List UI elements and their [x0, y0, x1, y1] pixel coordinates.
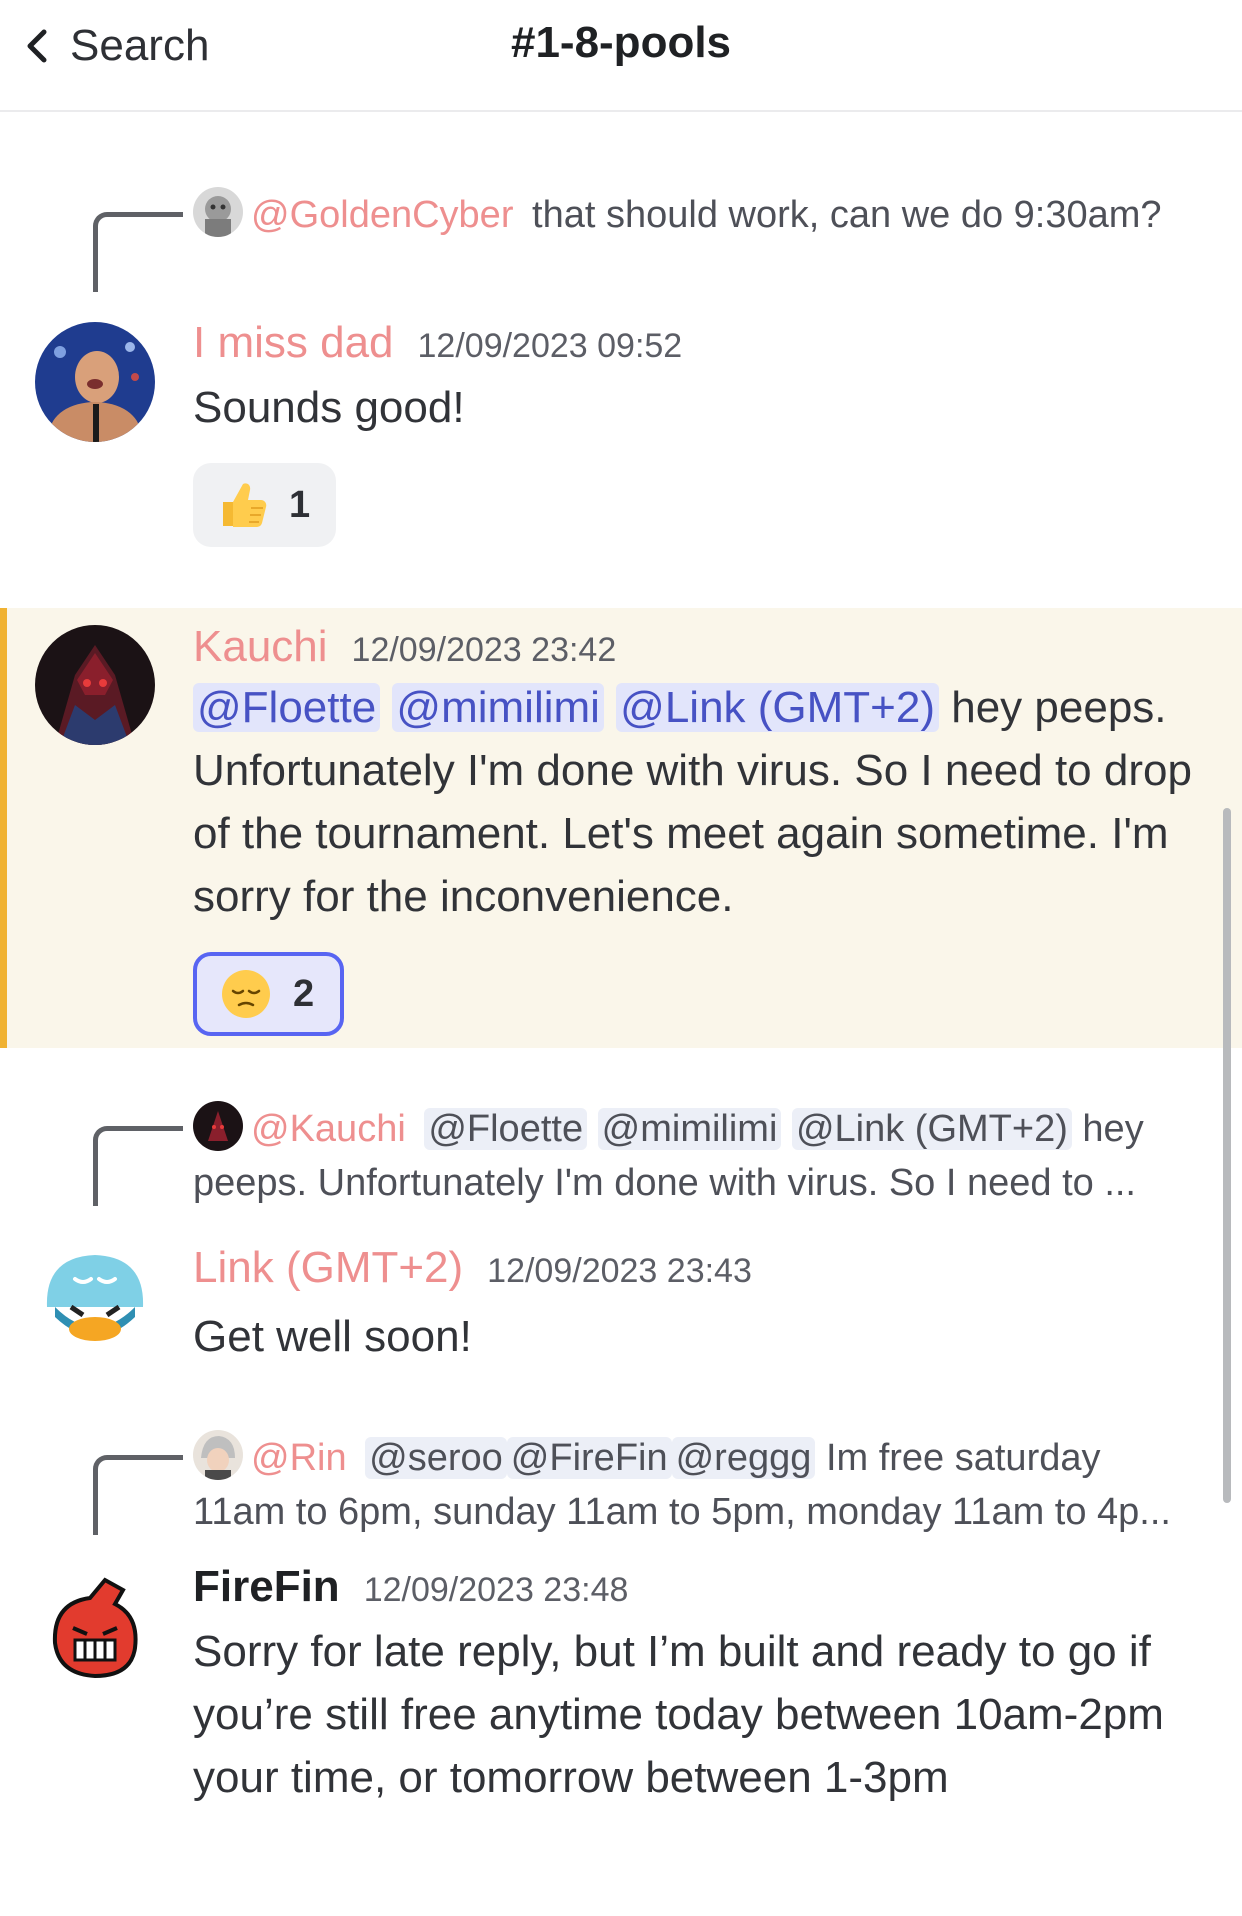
author-name[interactable]: FireFin — [193, 1562, 340, 1612]
reaction-count: 2 — [293, 972, 315, 1015]
reply-connector — [93, 1126, 183, 1206]
mention: @seroo — [365, 1437, 507, 1479]
reply-preview[interactable]: @GoldenCyber that should work, can we do… — [193, 187, 1193, 242]
reaction-thumbs-up[interactable]: 1 — [193, 463, 337, 547]
author-line: I miss dad 12/09/2023 09:52 — [193, 318, 682, 368]
avatar[interactable] — [35, 1568, 155, 1688]
reply-connector — [93, 1455, 183, 1535]
avatar[interactable] — [35, 625, 155, 745]
mention[interactable]: @Floette — [193, 683, 381, 732]
mention: @Floette — [424, 1108, 588, 1150]
mention: @mimilimi — [597, 1108, 782, 1150]
message-content: @Floette @mimilimi @Link (GMT+2) hey pee… — [193, 676, 1203, 928]
kauchi-avatar — [193, 1101, 243, 1151]
rin-avatar — [193, 1430, 243, 1480]
reply-preview[interactable]: @Kauchi @Floette @mimilimi @Link (GMT+2)… — [193, 1101, 1193, 1210]
avatar[interactable] — [35, 322, 155, 442]
mention: @FireFin — [506, 1437, 672, 1479]
timestamp: 12/09/2023 23:43 — [487, 1252, 752, 1290]
reply-preview[interactable]: @Rin @seroo @FireFin @reggg Im free saturd… — [193, 1430, 1193, 1539]
pensive-face-icon — [219, 967, 273, 1021]
mention: @reggg — [671, 1437, 816, 1479]
reply-connector — [93, 212, 183, 292]
message-content: Sorry for late reply, but I’m built and … — [193, 1627, 1164, 1802]
author-line: Kauchi 12/09/2023 23:42 — [193, 622, 616, 672]
timestamp: 12/09/2023 23:42 — [351, 631, 617, 669]
message-content: Get well soon! — [193, 1312, 472, 1361]
reply-author[interactable]: @GoldenCyber — [251, 194, 513, 236]
author-name[interactable]: Kauchi — [193, 622, 328, 672]
goldencyber-avatar — [193, 187, 243, 237]
message-content: Sounds good! — [193, 383, 465, 432]
author-name[interactable]: I miss dad — [193, 318, 394, 368]
timestamp: 12/09/2023 09:52 — [417, 327, 683, 365]
mention[interactable]: @mimilimi — [392, 683, 604, 732]
reply-text: that should work, can we do 9:30am? — [532, 194, 1162, 236]
timestamp: 12/09/2023 23:48 — [363, 1571, 629, 1609]
reply-author[interactable]: @Rin — [251, 1437, 347, 1479]
channel-title[interactable]: #1-8-pools — [0, 18, 1242, 68]
mention[interactable]: @Link (GMT+2) — [616, 683, 939, 732]
author-name[interactable]: Link (GMT+2) — [193, 1243, 463, 1293]
thumbs-up-icon — [215, 478, 269, 532]
author-line: FireFin 12/09/2023 23:48 — [193, 1562, 628, 1612]
mention: @Link (GMT+2) — [791, 1108, 1072, 1150]
avatar[interactable] — [35, 1237, 155, 1357]
top-bar: Search #1-8-pools — [0, 0, 1242, 112]
reaction-count: 1 — [289, 483, 311, 526]
author-line: Link (GMT+2) 12/09/2023 23:43 — [193, 1243, 752, 1293]
reply-author[interactable]: @Kauchi — [251, 1108, 406, 1150]
reaction-pensive-face[interactable]: 2 — [193, 952, 345, 1036]
scrollbar[interactable] — [1223, 808, 1231, 1503]
